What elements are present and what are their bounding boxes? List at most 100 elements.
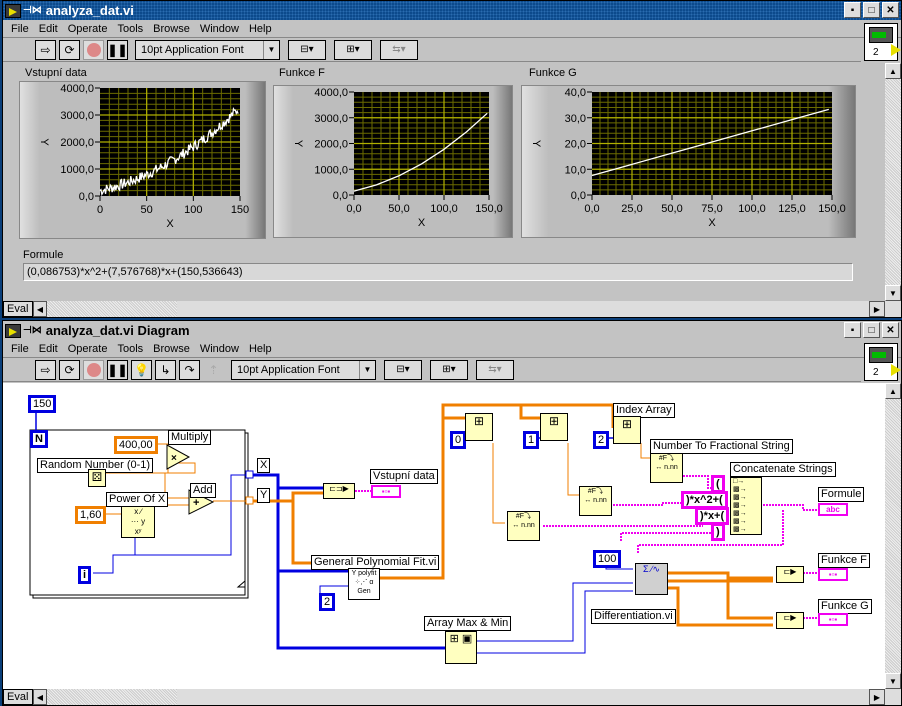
scroll-right-button[interactable]: ▶ (869, 689, 885, 705)
scroll-up-button[interactable]: ▲ (885, 63, 901, 79)
graph-terminal-funkce-f[interactable]: ▪▫▪ (818, 568, 848, 581)
menu-browse[interactable]: Browse (153, 23, 190, 35)
vertical-scrollbar[interactable]: ▲ ▼ (885, 63, 901, 301)
concatenate-node[interactable]: □→ ▩→ ▩→ ▩→ ▩→ ▩→ ▩→ (730, 477, 762, 535)
close-button[interactable]: ✕ (882, 322, 899, 338)
num-to-frac-node-2[interactable]: #F⤵ ↔ n.nn (650, 453, 683, 483)
constant-index-0[interactable]: 0 (450, 431, 467, 449)
loop-count-constant[interactable]: 150 (28, 395, 57, 413)
minimize-button[interactable]: ▪ (844, 322, 861, 338)
graph-terminal-funkce-g[interactable]: ▪▫▪ (818, 613, 848, 626)
reorder-button[interactable]: ⇆▾ (380, 39, 418, 60)
scroll-down-button[interactable]: ▼ (885, 673, 901, 689)
pause-button[interactable]: ❚❚ (107, 39, 128, 60)
y-tick-label: 4000,0 (60, 83, 94, 95)
run-button[interactable]: ⇨ (35, 39, 56, 60)
font-selector[interactable]: 10pt Application Font ▼ (135, 39, 280, 60)
menu-help[interactable]: Help (249, 343, 272, 355)
string-constant-close[interactable]: ) (711, 523, 725, 541)
graph-funkce-f[interactable]: 4000,0 3000,0 2000,0 1000,0 0,0 0,0 50,0 100,0 1… (273, 85, 513, 238)
polyfit-node[interactable]: Y polyfit ⁘⋰ α Gen (348, 568, 380, 600)
scroll-left-button[interactable]: ◀ (33, 689, 47, 705)
menu-window[interactable]: Window (200, 343, 239, 355)
highlight-execution-button[interactable]: 💡 (131, 359, 152, 380)
abort-button[interactable] (83, 39, 104, 60)
distribute-objects-button[interactable]: ⊞▾ (430, 359, 468, 380)
x-tick-label: 125,0 (778, 203, 806, 215)
close-button[interactable]: ✕ (882, 2, 899, 18)
menu-tools[interactable]: Tools (117, 343, 143, 355)
index-array-node-0[interactable]: ⊞ (465, 413, 493, 441)
num-to-frac-node-0[interactable]: #F⤵ ↔ n.nn (507, 511, 540, 541)
reorder-button[interactable]: ⇆▾ (476, 359, 514, 380)
scroll-track[interactable] (47, 301, 177, 317)
run-continuously-button[interactable]: ⟳ (59, 39, 80, 60)
graph-funkce-g[interactable]: 40,0 30,0 20,0 10,0 0,0 0,0 25,0 50,0 75,0 100,0 1… (521, 85, 856, 238)
scroll-right-button[interactable]: ▶ (869, 301, 885, 317)
constant-1-60[interactable]: 1,60 (75, 506, 107, 524)
eval-tab[interactable]: Eval (3, 301, 33, 317)
vi-icon-pane[interactable]: 2 (864, 343, 901, 381)
menu-operate[interactable]: Operate (68, 343, 108, 355)
menu-edit[interactable]: Edit (39, 343, 58, 355)
minimize-button[interactable]: ▪ (844, 2, 861, 18)
menu-edit[interactable]: Edit (39, 23, 58, 35)
font-selector[interactable]: 10pt Application Font ▼ (231, 359, 376, 380)
menu-window[interactable]: Window (200, 23, 239, 35)
abort-button[interactable] (83, 359, 104, 380)
bundle-node-vstupni[interactable]: ⊏⊐▶ (323, 483, 355, 499)
graph-vstupni-data[interactable]: 4000,0 3000,0 2000,0 1000,0 0,0 0 50 100 150 X Y (19, 81, 266, 239)
title-bar[interactable]: ⊣⋈ analyza_dat.vi ▪ □ ✕ (3, 1, 901, 20)
menu-help[interactable]: Help (249, 23, 272, 35)
power-of-x-node[interactable]: x ∕ ··· y xʸ (121, 506, 155, 538)
index-array-node-1[interactable]: ⊞ (540, 413, 568, 441)
formula-label: Formule (23, 249, 64, 261)
eval-tab[interactable]: Eval (3, 689, 33, 705)
string-terminal-formule[interactable]: abc (818, 503, 848, 516)
vi-icon-pane[interactable]: 2 (864, 23, 901, 61)
bundle-node-funkce-g[interactable]: ⊏▶ (776, 612, 804, 629)
step-into-button[interactable]: ↳ (155, 359, 176, 380)
scroll-down-button[interactable]: ▼ (885, 285, 901, 301)
vertical-scrollbar[interactable]: ▲ ▼ (885, 383, 901, 689)
index-array-node-2[interactable]: ⊞ (613, 416, 641, 444)
menu-file[interactable]: File (11, 23, 29, 35)
formula-indicator[interactable]: (0,086753)*x^2+(7,576768)*x+(150,536643) (23, 263, 853, 281)
step-out-button[interactable]: ⇡ (203, 360, 224, 380)
pause-button[interactable]: ❚❚ (107, 359, 128, 380)
scroll-track[interactable] (47, 689, 177, 705)
scroll-left-button[interactable]: ◀ (33, 301, 47, 317)
menu-operate[interactable]: Operate (68, 23, 108, 35)
distribute-objects-button[interactable]: ⊞▾ (334, 39, 372, 60)
array-max-min-node[interactable]: ⊞ ▣ (445, 631, 477, 664)
constant-poly-order[interactable]: 2 (319, 593, 336, 611)
constant-100[interactable]: 100 (593, 550, 622, 568)
run-continuously-button[interactable]: ⟳ (59, 359, 80, 380)
dice-icon[interactable]: ⚄ (88, 469, 106, 487)
menu-browse[interactable]: Browse (153, 343, 190, 355)
constant-index-1[interactable]: 1 (523, 431, 540, 449)
scroll-up-button[interactable]: ▲ (885, 383, 901, 399)
scroll-thumb[interactable] (177, 689, 869, 705)
align-objects-button[interactable]: ⊟▾ (288, 39, 326, 60)
horizontal-scrollbar[interactable]: Eval ◀ ▶ (3, 689, 901, 705)
x-axis-label: X (418, 217, 426, 229)
step-over-button[interactable]: ↷ (179, 359, 200, 380)
num-to-frac-node-1[interactable]: #F⤵ ↔ n.nn (579, 486, 612, 516)
differentiation-node[interactable]: Σ ∕∿ (635, 563, 668, 595)
scroll-thumb[interactable] (177, 301, 869, 317)
multiply-symbol: × (171, 453, 177, 464)
bundle-node-funkce-f[interactable]: ⊏▶ (776, 566, 804, 583)
maximize-button[interactable]: □ (863, 2, 880, 18)
maximize-button[interactable]: □ (863, 322, 880, 338)
y-tick-label: 30,0 (565, 113, 586, 125)
constant-index-2[interactable]: 2 (593, 431, 610, 449)
constant-400[interactable]: 400,00 (114, 436, 158, 454)
graph-terminal-vstupni[interactable]: ▪▫▪ (371, 485, 401, 498)
align-objects-button[interactable]: ⊟▾ (384, 359, 422, 380)
menu-file[interactable]: File (11, 343, 29, 355)
horizontal-scrollbar[interactable]: Eval ◀ ▶ (3, 301, 901, 317)
title-bar[interactable]: ⊣⋈ analyza_dat.vi Diagram ▪ □ ✕ (3, 321, 901, 340)
run-button[interactable]: ⇨ (35, 359, 56, 380)
menu-tools[interactable]: Tools (117, 23, 143, 35)
